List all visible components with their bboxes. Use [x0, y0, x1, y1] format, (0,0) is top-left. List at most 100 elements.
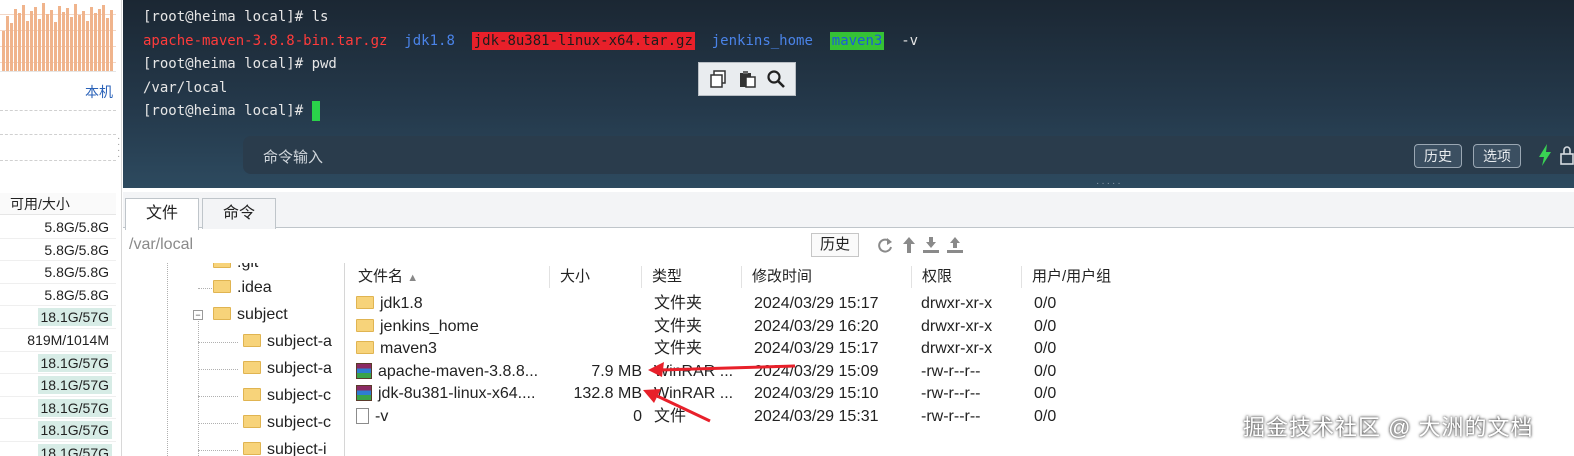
file-row[interactable]: jenkins_home 文件夹 2024/03/29 16:20 drwxr-xr-… [348, 316, 1148, 339]
lightning-icon[interactable] [1538, 144, 1552, 166]
download-icon[interactable] [921, 235, 941, 255]
command-history-button[interactable]: 历史 [1414, 144, 1462, 168]
rar-icon [356, 362, 372, 379]
chart-bar [58, 6, 61, 71]
panel-resize-handle[interactable]: · · · · [117, 134, 121, 162]
tree-guide-line [198, 288, 212, 289]
file-mtime-text: 2024/03/29 16:20 [754, 317, 879, 335]
file-row[interactable]: maven3 文件夹 2024/03/29 15:17 drwxr-xr-x 0/0 [348, 338, 1148, 361]
up-directory-icon[interactable] [899, 235, 919, 255]
tab-files[interactable]: 文件 [125, 198, 199, 230]
column-header-name[interactable]: 文件名 ▲ [348, 266, 550, 288]
folder-icon [356, 296, 374, 310]
tab-commands[interactable]: 命令 [202, 198, 276, 229]
chart-bar [42, 3, 45, 71]
chart-bar [102, 5, 105, 71]
disk-row[interactable]: 18.1G/57G [0, 419, 116, 442]
file-size-cell: 0 [554, 406, 642, 429]
file-type-cell: WinRAR ... [654, 361, 746, 384]
column-label: 文件名 [358, 268, 404, 285]
disk-row[interactable]: 5.8G/5.8G [0, 261, 116, 284]
file-row[interactable]: jdk1.8 文件夹 2024/03/29 15:17 drwxr-xr-x 0/0 [348, 293, 1148, 316]
terminal-pane[interactable]: [root@heima local]# ls apache-maven-3.8.… [123, 0, 1574, 188]
split-resize-handle[interactable]: ····· [1096, 179, 1126, 189]
column-header-permission[interactable]: 权限 [912, 266, 1022, 288]
ls-item-jenkins: jenkins_home [711, 32, 813, 49]
file-size-cell: 132.8 MB [554, 383, 642, 406]
tree-item-subject-child[interactable]: subject-c [243, 411, 331, 435]
file-owner-cell: 0/0 [1034, 383, 1134, 406]
file-row[interactable]: apache-maven-3.8.8... 7.9 MB WinRAR ... 202… [348, 361, 1148, 384]
local-machine-label[interactable]: 本机 [85, 82, 113, 102]
disk-usage-value: 18.1G/57G [37, 308, 112, 327]
column-header-type[interactable]: 类型 [642, 266, 742, 288]
chart-bar [94, 13, 97, 71]
file-size-cell: 7.9 MB [554, 361, 642, 384]
tree-item-label: .git [237, 263, 258, 271]
disk-row[interactable]: 18.1G/57G [0, 306, 116, 329]
tree-item-subject-child[interactable]: subject-a [243, 330, 332, 354]
sort-ascending-icon: ▲ [407, 272, 419, 284]
disk-row[interactable]: 819M/1014M [0, 329, 116, 352]
file-type-text: 文件夹 [654, 317, 703, 335]
tree-item-git[interactable]: .git [213, 263, 258, 275]
disk-row[interactable]: 5.8G/5.8G [0, 239, 116, 262]
folder-icon [213, 263, 231, 269]
tree-item-subject-child[interactable]: subject-i [243, 438, 327, 456]
file-mtime-text: 2024/03/29 15:17 [754, 340, 879, 358]
tree-guide-line [198, 342, 238, 343]
file-row[interactable]: jdk-8u381-linux-x64.... 132.8 MB WinRAR ..… [348, 383, 1148, 406]
file-size-text: 0 [633, 408, 642, 425]
upload-icon[interactable] [945, 235, 965, 255]
column-header-mtime[interactable]: 修改时间 [742, 266, 912, 288]
current-path-input[interactable]: /var/local [129, 236, 193, 254]
tree-item-subject-child[interactable]: subject-c [243, 384, 331, 408]
chart-bar [110, 10, 113, 71]
search-button[interactable] [763, 66, 789, 92]
chart-bar [82, 11, 85, 71]
selection-toolbar [698, 62, 796, 96]
file-name-text: jdk-8u381-linux-x64.... [378, 385, 536, 403]
tree-item-idea[interactable]: .idea [213, 276, 272, 300]
disk-row[interactable]: 18.1G/57G [0, 352, 116, 375]
file-owner-text: 0/0 [1034, 362, 1057, 380]
command-options-button[interactable]: 选项 [1473, 144, 1521, 168]
disk-row[interactable]: 5.8G/5.8G [0, 216, 116, 239]
chart-bar [18, 13, 21, 71]
disk-available-size-header[interactable]: 可用/大小 [0, 193, 116, 215]
copy-button[interactable] [705, 66, 731, 92]
disk-row[interactable]: 18.1G/57G [0, 397, 116, 420]
folder-icon [213, 307, 231, 321]
path-history-button[interactable]: 历史 [811, 233, 860, 257]
chart-bar [50, 10, 53, 71]
file-list-header: 文件名 ▲ 大小 类型 修改时间 权限 用户/用户组 [348, 266, 1148, 290]
file-size-text: 7.9 MB [591, 362, 642, 380]
tree-item-label: .idea [237, 279, 272, 296]
tree-item-subject[interactable]: subject [213, 303, 288, 327]
file-name-cell: jdk1.8 [356, 293, 552, 316]
command-input-placeholder[interactable]: 命令输入 [263, 146, 323, 167]
disk-row[interactable]: 18.1G/57G [0, 442, 116, 456]
tree-collapse-toggle[interactable]: − [193, 310, 203, 320]
chart-bar [6, 16, 9, 71]
disk-row[interactable]: 18.1G/57G [0, 374, 116, 397]
chart-bar [98, 9, 101, 71]
chart-bar [30, 11, 33, 71]
file-owner-cell: 0/0 [1034, 406, 1134, 429]
file-perm-cell: drwxr-xr-x [921, 316, 1021, 339]
tree-item-label: subject-i [267, 441, 327, 456]
left-sidebar-panel: 本机 可用/大小 5.8G/5.8G 5.8G/5.8G 5.8G/5.8G 5.8G… [0, 0, 122, 456]
lock-icon[interactable] [1560, 145, 1574, 165]
refresh-icon[interactable] [875, 235, 895, 255]
disk-row[interactable]: 5.8G/5.8G [0, 284, 116, 307]
tree-item-subject-child[interactable]: subject-a [243, 357, 332, 381]
column-header-owner[interactable]: 用户/用户组 [1022, 266, 1148, 288]
command-input-bar[interactable]: 命令输入 历史 选项 [243, 136, 1574, 174]
column-header-size[interactable]: 大小 [550, 266, 642, 288]
directory-tree: .git .idea − subject subject-a subject-a s… [123, 263, 345, 456]
disk-usage-value: 5.8G/5.8G [44, 241, 109, 258]
file-row[interactable]: -v 0 文件 2024/03/29 15:31 -rw-r--r-- 0/0 [348, 406, 1148, 429]
watermark: 掘金技术社区 @ 大洲的文档 [1243, 415, 1534, 440]
paste-button[interactable] [734, 66, 760, 92]
file-perm-cell: -rw-r--r-- [921, 406, 1021, 429]
